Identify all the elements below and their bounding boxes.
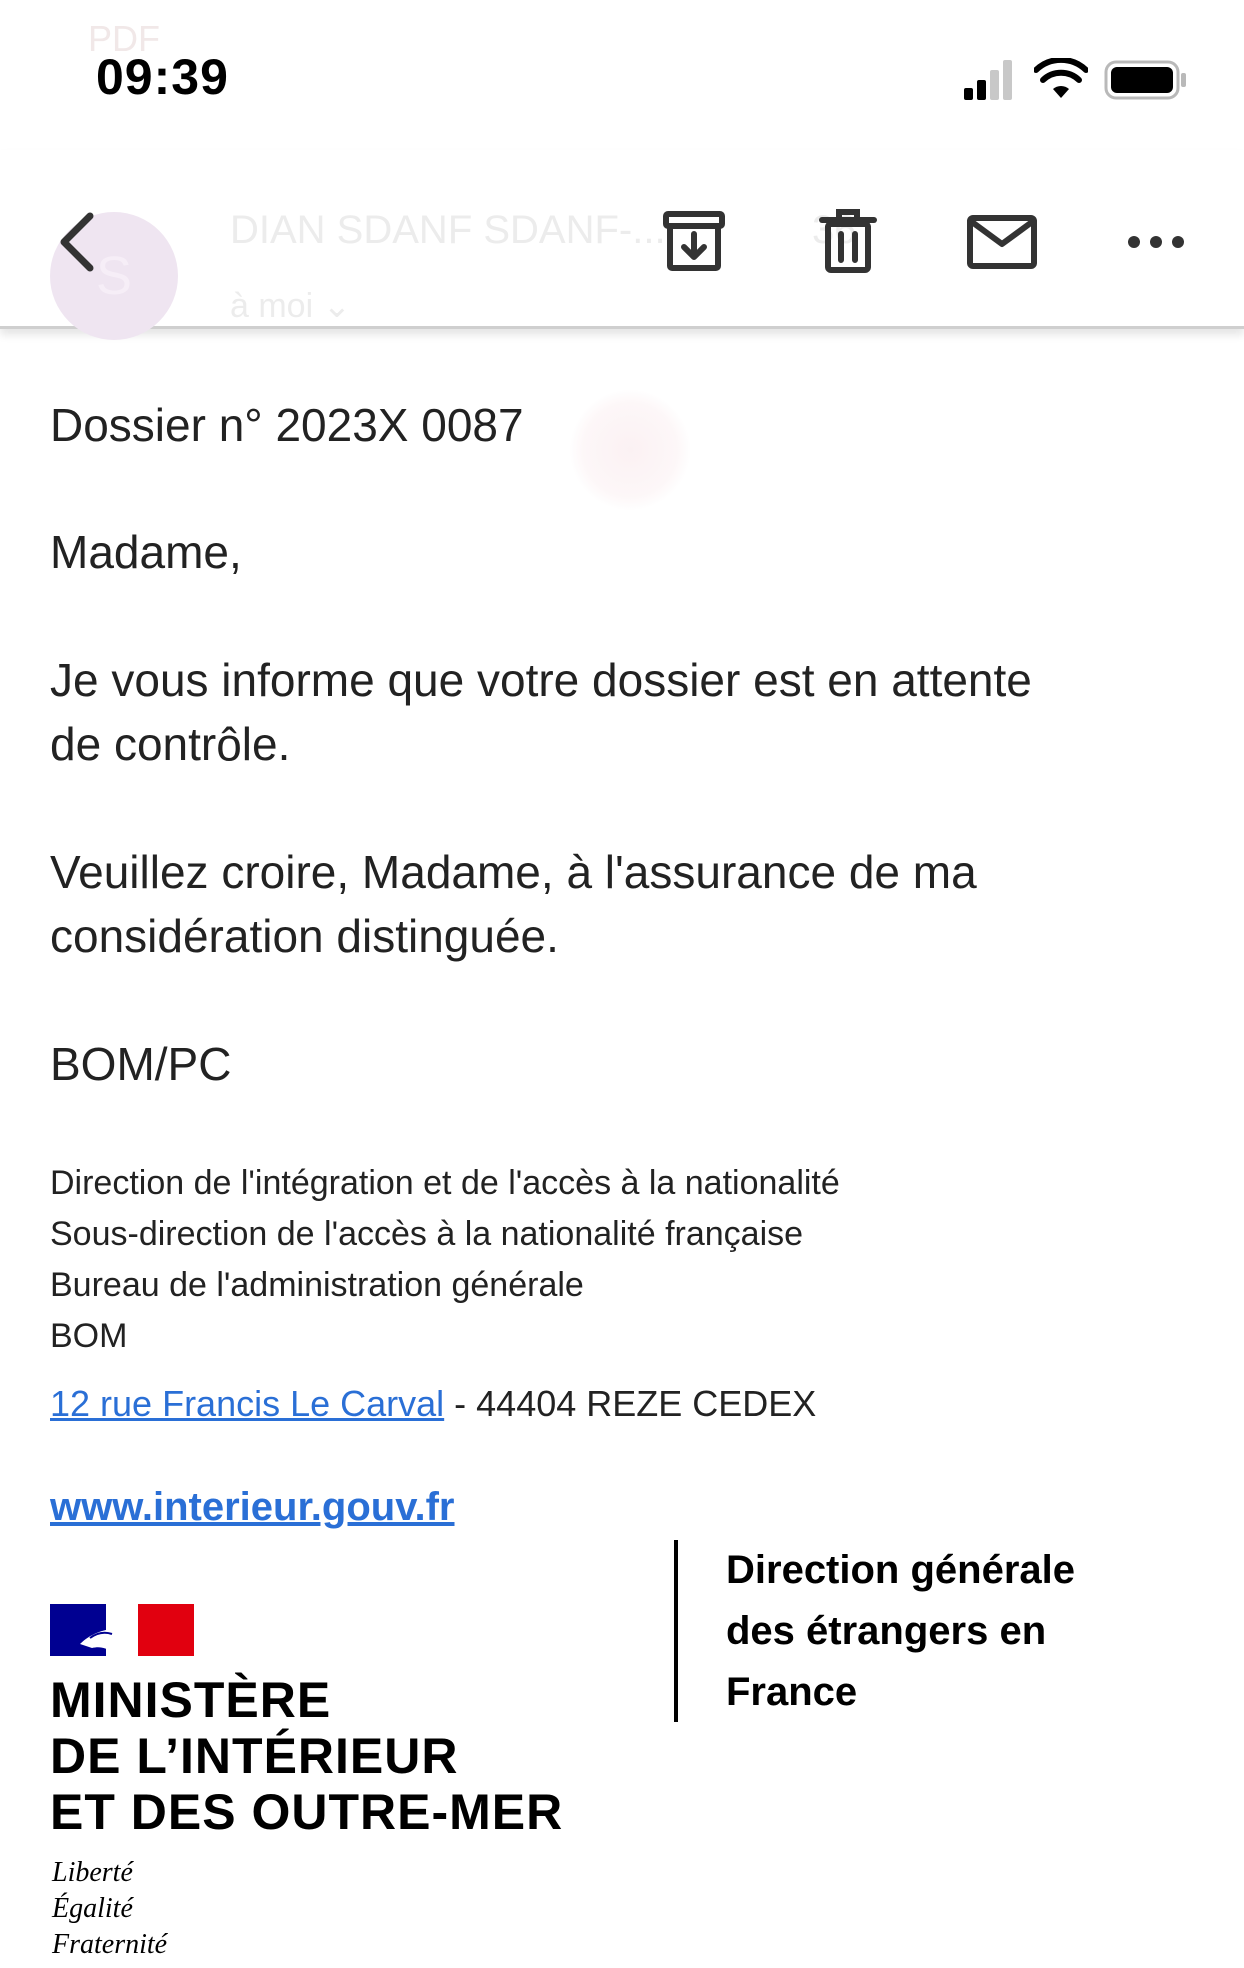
mail-icon xyxy=(967,215,1037,269)
directorate-line-2: des étrangers en xyxy=(726,1609,1047,1653)
body-paragraph-1-line-2: de contrôle. xyxy=(50,718,291,770)
back-button[interactable] xyxy=(40,202,120,282)
archive-button[interactable] xyxy=(654,202,734,282)
trash-icon xyxy=(819,209,877,273)
status-bar: PDF 09:39 xyxy=(0,0,1244,150)
directorate-name: Direction générale des étrangers en Fran… xyxy=(726,1540,1075,1723)
wifi-icon xyxy=(1034,58,1088,98)
marianne-logo xyxy=(50,1604,194,1656)
motto-egalite: Égalité xyxy=(52,1893,133,1924)
address-line: 12 rue Francis Le Carval - 44404 REZE CE… xyxy=(50,1378,816,1429)
ghost-recipient: à moi ⌄ xyxy=(230,287,352,325)
signature-line-1: Direction de l'intégration et de l'accès… xyxy=(50,1164,840,1202)
signature-line-3: Bureau de l'administration générale xyxy=(50,1266,584,1304)
signature-divider xyxy=(674,1540,678,1722)
signal-icon xyxy=(964,60,1012,100)
ministry-line-2: DE L’INTÉRIEUR xyxy=(50,1728,459,1784)
directorate-line-3: France xyxy=(726,1670,858,1714)
status-time: 09:39 xyxy=(96,49,229,105)
website-link[interactable]: www.interieur.gouv.fr xyxy=(50,1482,455,1533)
ministry-name: MINISTÈRE DE L’INTÉRIEUR ET DES OUTRE-ME… xyxy=(50,1672,563,1840)
more-button[interactable] xyxy=(1116,202,1196,282)
republic-motto: Liberté Égalité Fraternité xyxy=(52,1855,167,1963)
signature-line-4: BOM xyxy=(50,1317,128,1355)
back-icon xyxy=(60,212,94,272)
redaction-smudge xyxy=(570,390,690,510)
more-icon xyxy=(1128,236,1184,248)
body-paragraph-2-line-2: considération distinguée. xyxy=(50,910,559,962)
motto-fraternite: Fraternité xyxy=(52,1929,168,1960)
address-rest: - 44404 REZE CEDEX xyxy=(444,1383,817,1424)
directorate-line-1: Direction générale xyxy=(726,1548,1076,1592)
ministry-line-1: MINISTÈRE xyxy=(50,1672,332,1728)
motto-liberte: Liberté xyxy=(52,1857,133,1888)
mail-header: S DIAN SDANF SDANF-... à moi ⌄ 36 xyxy=(0,150,1244,340)
ghost-sender-name: DIAN SDANF SDANF-... xyxy=(230,208,666,252)
dossier-number: Dossier n° 2023X 0087 xyxy=(50,399,524,451)
greeting: Madame, xyxy=(50,526,242,578)
body-paragraph-2-line-1: Veuillez croire, Madame, à l'assurance d… xyxy=(50,846,977,898)
address-link[interactable]: 12 rue Francis Le Carval xyxy=(50,1383,444,1424)
battery-icon xyxy=(1104,60,1186,100)
ministry-line-3: ET DES OUTRE-MER xyxy=(50,1784,564,1840)
delete-button[interactable] xyxy=(808,202,888,282)
signature-line-2: Sous-direction de l'accès à la nationali… xyxy=(50,1215,804,1253)
mark-unread-button[interactable] xyxy=(962,202,1042,282)
archive-icon xyxy=(663,211,725,271)
initials: BOM/PC xyxy=(50,1038,232,1090)
body-paragraph-1-line-1: Je vous informe que votre dossier est en… xyxy=(50,654,1032,706)
